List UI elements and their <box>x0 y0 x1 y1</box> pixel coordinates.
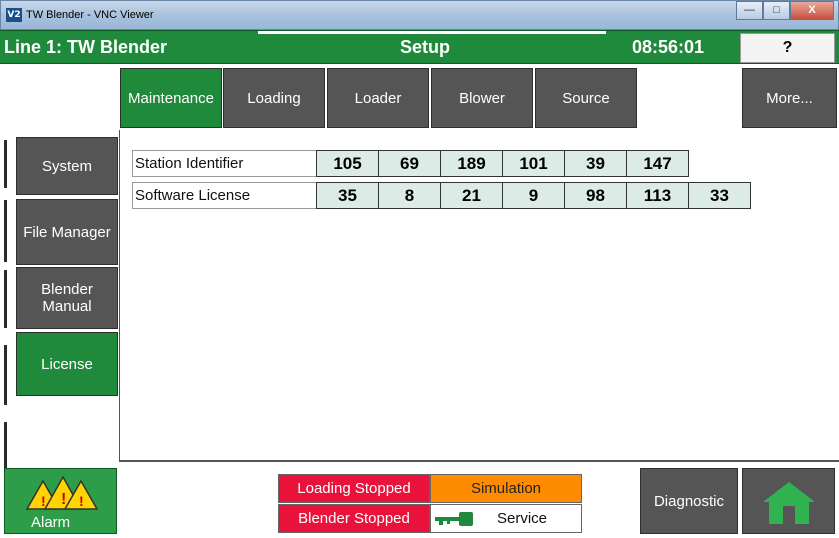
license-cell[interactable]: 98 <box>564 182 627 209</box>
rail-segment <box>4 140 7 188</box>
license-cell[interactable]: 113 <box>626 182 689 209</box>
svg-text:!: ! <box>41 493 46 509</box>
tab-blower[interactable]: Blower <box>431 68 533 128</box>
tab-maintenance[interactable]: Maintenance <box>120 68 222 128</box>
license-panel: Station Identifier 105 69 189 101 39 147… <box>119 130 839 462</box>
license-cell[interactable]: 8 <box>378 182 441 209</box>
simulation-status: Simulation <box>430 474 582 503</box>
tab-loading[interactable]: Loading <box>223 68 325 128</box>
sidebar-item-file-manager[interactable]: File Manager <box>16 199 118 265</box>
license-cell[interactable]: 33 <box>688 182 751 209</box>
tab-loader[interactable]: Loader <box>327 68 429 128</box>
header-divider <box>258 31 606 34</box>
left-rail <box>0 140 8 470</box>
rail-segment <box>4 270 7 328</box>
close-button[interactable]: X <box>790 1 834 20</box>
warning-triangles-icon: ! ! ! <box>25 475 99 510</box>
line-title: Line 1: TW Blender <box>4 37 168 57</box>
app-header: Line 1: TW Blender Setup 08:56:01 <box>0 30 839 64</box>
svg-text:!: ! <box>61 491 66 508</box>
clock: 08:56:01 <box>632 37 705 57</box>
station-id-cell: 69 <box>378 150 441 177</box>
rail-segment <box>4 200 7 262</box>
station-id-cell: 147 <box>626 150 689 177</box>
minimize-button[interactable]: — <box>736 1 763 20</box>
license-cell[interactable]: 35 <box>316 182 379 209</box>
blender-stopped-status: Blender Stopped <box>278 504 430 533</box>
rail-segment <box>4 422 7 470</box>
sidebar-item-system[interactable]: System <box>16 137 118 195</box>
station-id-cell: 105 <box>316 150 379 177</box>
service-status: Service <box>430 504 582 533</box>
license-cell[interactable]: 9 <box>502 182 565 209</box>
service-label: Service <box>497 510 548 527</box>
loading-stopped-status: Loading Stopped <box>278 474 430 503</box>
home-button[interactable] <box>742 468 835 534</box>
vnc-logo-icon: V2 <box>6 8 22 22</box>
tab-more[interactable]: More... <box>742 68 837 128</box>
alarm-button[interactable]: ! ! ! Alarm <box>4 468 117 534</box>
sidebar-item-license[interactable]: License <box>16 332 118 396</box>
station-identifier-label: Station Identifier <box>132 150 329 177</box>
software-license-label: Software License <box>132 182 329 209</box>
svg-text:!: ! <box>79 493 84 509</box>
page-title: Setup <box>400 37 451 57</box>
sidebar-item-blender-manual[interactable]: Blender Manual <box>16 267 118 329</box>
station-id-cell: 39 <box>564 150 627 177</box>
window-controls: — □ X <box>736 1 834 23</box>
alarm-label: Alarm <box>31 514 71 531</box>
rail-segment <box>4 345 7 405</box>
window-titlebar: V2 TW Blender - VNC Viewer — □ X <box>0 0 839 30</box>
tab-source[interactable]: Source <box>535 68 637 128</box>
station-id-cell: 101 <box>502 150 565 177</box>
key-icon <box>435 512 473 526</box>
maximize-button[interactable]: □ <box>763 1 790 20</box>
station-id-cell: 189 <box>440 150 503 177</box>
home-icon <box>763 482 815 524</box>
diagnostic-button[interactable]: Diagnostic <box>640 468 738 534</box>
help-button[interactable]: ? <box>740 33 835 63</box>
window-title: TW Blender - VNC Viewer <box>26 9 154 21</box>
license-cell[interactable]: 21 <box>440 182 503 209</box>
